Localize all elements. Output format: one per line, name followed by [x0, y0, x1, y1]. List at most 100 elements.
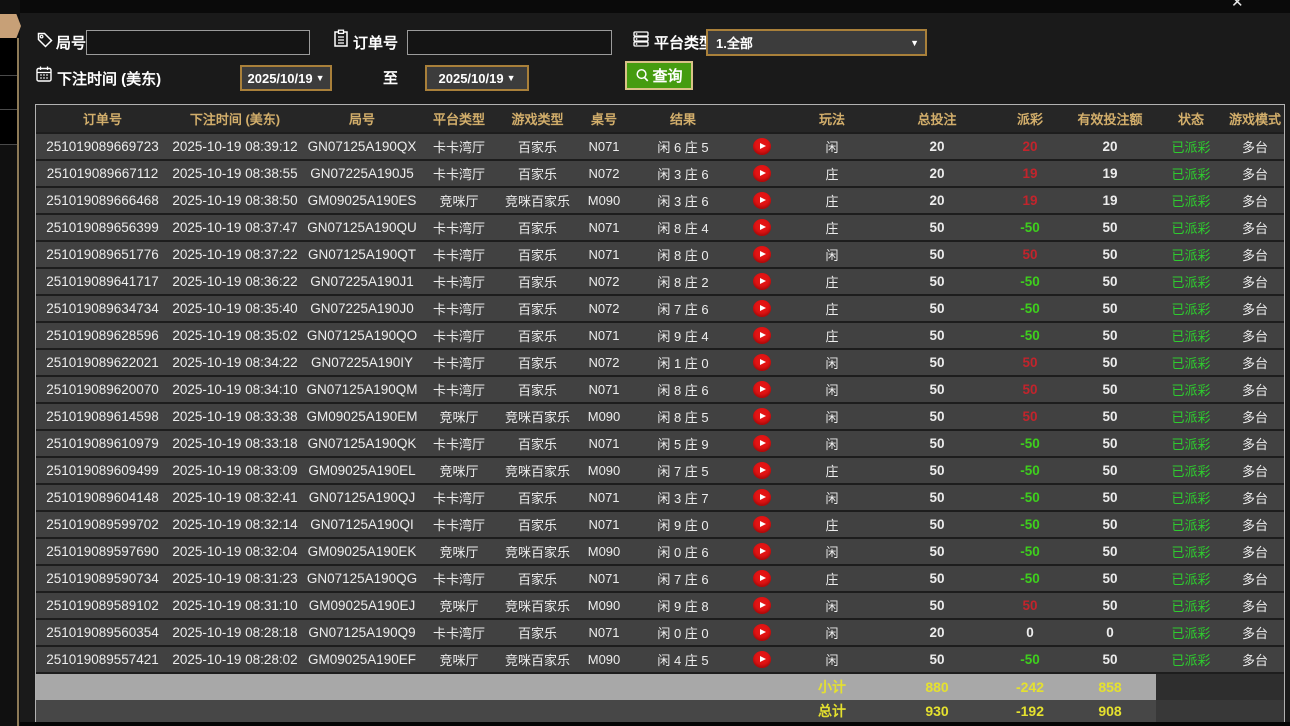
- sidebar-item[interactable]: [0, 38, 17, 76]
- cell-valid-bet: 50: [1064, 295, 1156, 322]
- date-to-select[interactable]: 2025/10/19 ▼: [425, 65, 529, 91]
- bet-time-label: 下注时间 (美东): [57, 68, 161, 89]
- cell-payout: 19: [996, 160, 1064, 187]
- cell-play-type: 庄: [786, 511, 878, 538]
- col-header-valid-bet: 有效投注额: [1064, 105, 1156, 133]
- play-icon[interactable]: [753, 489, 771, 506]
- cell-bet-time: 2025-10-19 08:35:40: [169, 295, 301, 322]
- cell-game-mode: 多台: [1226, 511, 1284, 538]
- play-icon[interactable]: [753, 165, 771, 182]
- cell-game-type: 百家乐: [495, 133, 580, 160]
- cell-platform: 卡卡湾厅: [423, 349, 495, 376]
- play-icon[interactable]: [753, 651, 771, 668]
- cell-order-number: 251019089628596: [36, 322, 169, 349]
- col-header-table-no: 桌号: [580, 105, 628, 133]
- cell-status: 已派彩: [1156, 484, 1226, 511]
- bet-records-window: ✕ 局号 订单号 平台类型: [0, 0, 1290, 726]
- table-row: 251019089669723 2025-10-19 08:39:12 GN07…: [36, 133, 1284, 160]
- col-header-game-mode: 游戏模式: [1226, 105, 1284, 133]
- play-icon[interactable]: [753, 354, 771, 371]
- cell-replay: [738, 565, 786, 592]
- play-icon[interactable]: [753, 543, 771, 560]
- cell-bet-time: 2025-10-19 08:35:02: [169, 322, 301, 349]
- total-row: 总计 930 -192 908: [36, 700, 1284, 722]
- cell-payout: 19: [996, 187, 1064, 214]
- cell-order-number: 251019089622021: [36, 349, 169, 376]
- cell-game-mode: 多台: [1226, 214, 1284, 241]
- play-icon[interactable]: [753, 408, 771, 425]
- cell-play-type: 庄: [786, 160, 878, 187]
- cell-bet-time: 2025-10-19 08:31:23: [169, 565, 301, 592]
- chevron-down-icon: ▼: [507, 73, 516, 83]
- cell-valid-bet: 50: [1064, 403, 1156, 430]
- cell-bet-time: 2025-10-19 08:33:09: [169, 457, 301, 484]
- cell-game-mode: 多台: [1226, 160, 1284, 187]
- cell-valid-bet: 50: [1064, 241, 1156, 268]
- cell-platform: 卡卡湾厅: [423, 268, 495, 295]
- play-icon[interactable]: [753, 327, 771, 344]
- cell-game-type: 百家乐: [495, 511, 580, 538]
- play-icon[interactable]: [753, 219, 771, 236]
- cell-game-type: 百家乐: [495, 268, 580, 295]
- cell-payout: -50: [996, 430, 1064, 457]
- cell-platform: 卡卡湾厅: [423, 295, 495, 322]
- cell-game-type: 百家乐: [495, 322, 580, 349]
- table-row: 251019089604148 2025-10-19 08:32:41 GN07…: [36, 484, 1284, 511]
- play-icon[interactable]: [753, 570, 771, 587]
- cell-bet-time: 2025-10-19 08:39:12: [169, 133, 301, 160]
- play-icon[interactable]: [753, 516, 771, 533]
- cell-valid-bet: 50: [1064, 484, 1156, 511]
- col-header-round: 局号: [301, 105, 423, 133]
- cell-table-number: N071: [580, 565, 628, 592]
- cell-bet-time: 2025-10-19 08:37:47: [169, 214, 301, 241]
- play-icon[interactable]: [753, 381, 771, 398]
- close-icon[interactable]: ✕: [1231, 0, 1244, 11]
- cell-round-number: GN07225A190IY: [301, 349, 423, 376]
- date-from-select[interactable]: 2025/10/19 ▼: [240, 65, 332, 91]
- cell-total-bet: 20: [878, 187, 996, 214]
- play-icon[interactable]: [753, 435, 771, 452]
- cell-valid-bet: 50: [1064, 565, 1156, 592]
- play-icon[interactable]: [753, 624, 771, 641]
- cell-order-number: 251019089589102: [36, 592, 169, 619]
- play-icon[interactable]: [753, 192, 771, 209]
- play-icon[interactable]: [753, 462, 771, 479]
- sidebar-item[interactable]: [0, 110, 17, 145]
- cell-game-type: 百家乐: [495, 241, 580, 268]
- order-input[interactable]: [407, 30, 612, 55]
- cell-status: 已派彩: [1156, 592, 1226, 619]
- cell-table-number: N071: [580, 376, 628, 403]
- cell-valid-bet: 50: [1064, 592, 1156, 619]
- cell-total-bet: 20: [878, 133, 996, 160]
- play-icon[interactable]: [753, 597, 771, 614]
- cell-status: 已派彩: [1156, 295, 1226, 322]
- chevron-down-icon: ▼: [904, 38, 925, 48]
- platform-selected-value: 1.全部: [716, 33, 753, 52]
- cell-game-type: 百家乐: [495, 295, 580, 322]
- cell-valid-bet: 50: [1064, 646, 1156, 673]
- cell-replay: [738, 160, 786, 187]
- cell-play-type: 闲: [786, 592, 878, 619]
- cell-table-number: N072: [580, 268, 628, 295]
- cell-result: 闲 3 庄 7: [628, 484, 738, 511]
- cell-game-mode: 多台: [1226, 187, 1284, 214]
- cell-platform: 卡卡湾厅: [423, 376, 495, 403]
- calendar-icon: [35, 65, 53, 83]
- play-icon[interactable]: [753, 246, 771, 263]
- subtotal-valid: 858: [1064, 673, 1156, 700]
- cell-result: 闲 8 庄 0: [628, 241, 738, 268]
- cell-play-type: 闲: [786, 376, 878, 403]
- round-input[interactable]: [86, 30, 310, 55]
- query-button[interactable]: 查询: [625, 61, 693, 90]
- play-icon[interactable]: [753, 273, 771, 290]
- cell-platform: 卡卡湾厅: [423, 619, 495, 646]
- platform-select[interactable]: 1.全部 ▼: [706, 29, 927, 56]
- cell-valid-bet: 50: [1064, 511, 1156, 538]
- col-header-status: 状态: [1156, 105, 1226, 133]
- play-icon[interactable]: [753, 138, 771, 155]
- cell-round-number: GN07125A190QO: [301, 322, 423, 349]
- sidebar-item[interactable]: [0, 76, 17, 110]
- cell-result: 闲 9 庄 0: [628, 511, 738, 538]
- cell-order-number: 251019089610979: [36, 430, 169, 457]
- play-icon[interactable]: [753, 300, 771, 317]
